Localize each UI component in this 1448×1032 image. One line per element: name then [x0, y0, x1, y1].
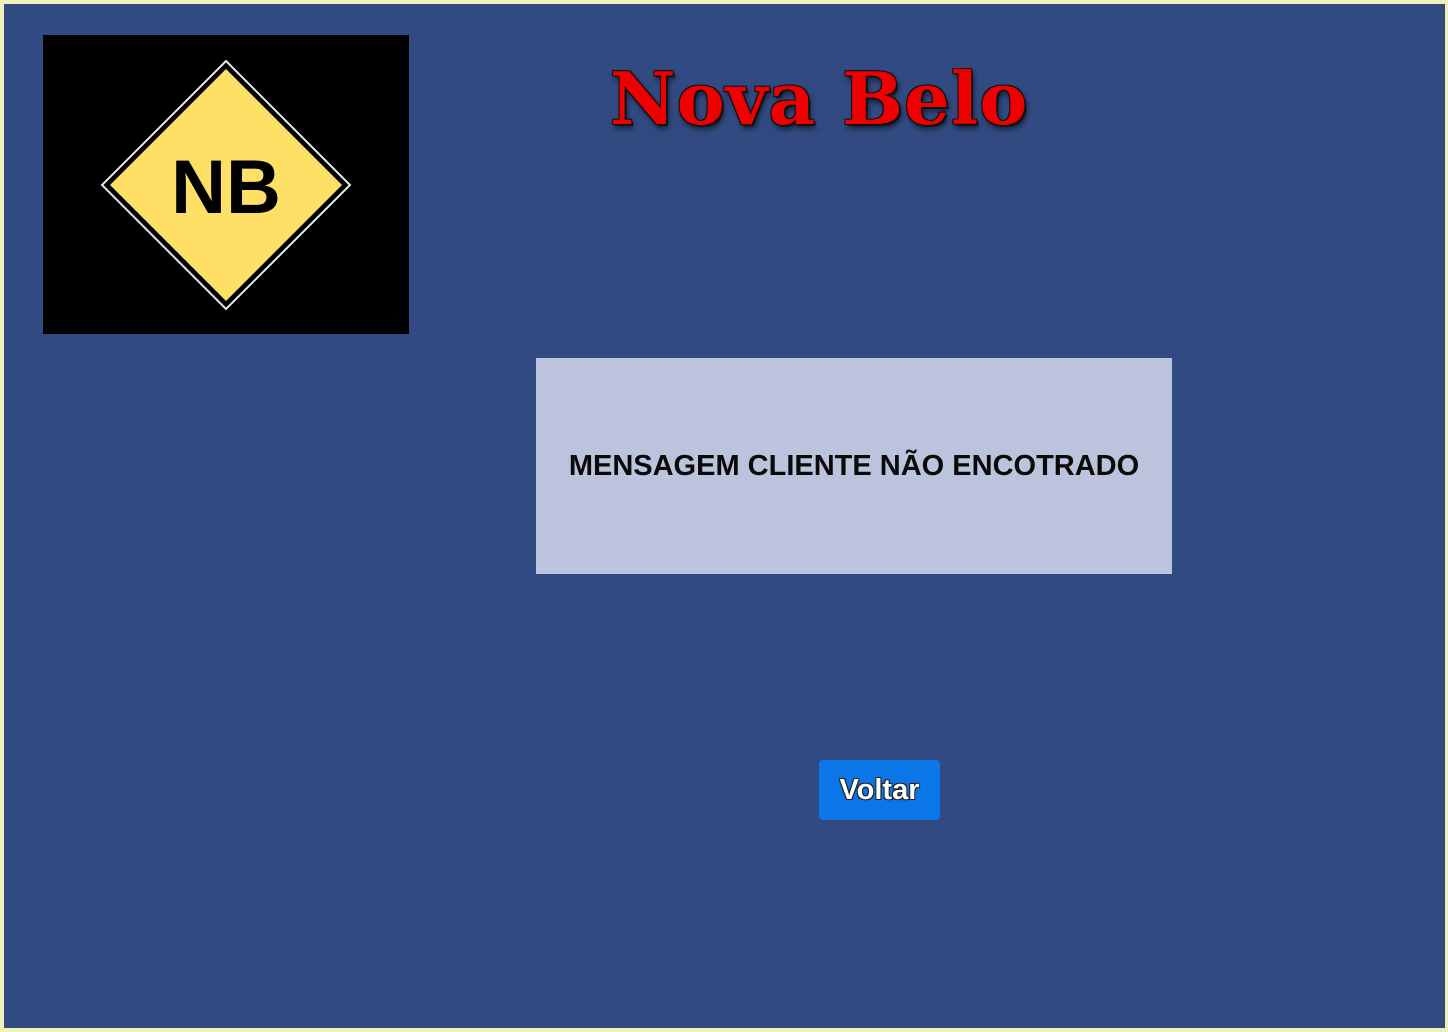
back-button[interactable]: Voltar — [819, 760, 940, 820]
logo-text: NB — [171, 145, 281, 230]
nb-logo-icon: NB — [43, 35, 409, 334]
logo: NB — [43, 35, 409, 334]
page: NB Nova Belo MENSAGEM CLIENTE NÃO ENCOTR… — [4, 4, 1445, 1028]
page-title: Nova Belo — [609, 56, 1029, 141]
message-text: MENSAGEM CLIENTE NÃO ENCOTRADO — [568, 449, 1140, 482]
message-box: MENSAGEM CLIENTE NÃO ENCOTRADO — [536, 358, 1172, 574]
